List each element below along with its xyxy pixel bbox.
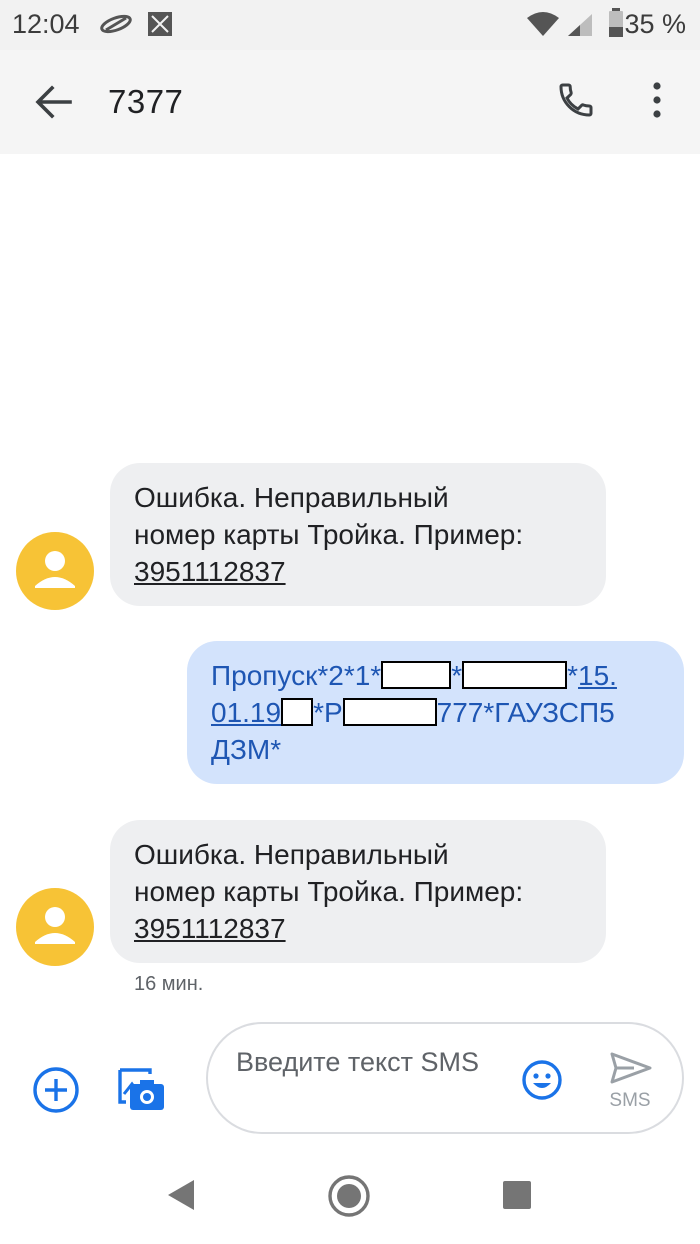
redaction-box — [342, 698, 437, 726]
message-input[interactable]: Введите текст SMS SMS — [206, 1022, 684, 1134]
redaction-box — [281, 698, 314, 726]
message-date-link[interactable]: 15. — [578, 660, 617, 691]
notification-icon — [98, 12, 134, 41]
back-button[interactable] — [34, 84, 74, 120]
message-text-line: 01.19 *Р 777*ГАУЗСП5 — [211, 697, 615, 728]
message-phone-link[interactable]: 3951112837 — [134, 910, 582, 947]
message-text-line: номер карты Тройка. Пример: — [134, 876, 524, 907]
contact-avatar[interactable] — [16, 888, 94, 966]
message-input-placeholder: Введите текст SMS — [236, 1047, 479, 1077]
message-date-link[interactable]: 01.19 — [211, 697, 281, 728]
send-label: SMS — [609, 1090, 651, 1111]
message-text-line: номер карты Тройка. Пример: — [134, 519, 524, 550]
arrow-left-icon — [35, 85, 72, 119]
compose-bar: Введите текст SMS SMS — [0, 1010, 700, 1150]
more-vert-icon — [653, 82, 661, 118]
send-icon — [610, 1052, 652, 1084]
screenshot-icon — [146, 10, 174, 43]
add-circle-icon — [33, 1067, 79, 1113]
phone-icon — [559, 83, 593, 117]
incoming-message-bubble[interactable]: Ошибка. Неправильный номер карты Тройка.… — [110, 820, 606, 963]
conversation-title: 7377 — [108, 83, 184, 120]
emoji-icon — [522, 1060, 562, 1100]
message-list[interactable]: Ошибка. Неправильный номер карты Тройка.… — [0, 154, 700, 1010]
message-text-line: ДЗМ* — [211, 734, 282, 765]
gallery-camera-icon — [118, 1068, 164, 1110]
app-bar: 7377 — [0, 50, 700, 154]
message-phone-link[interactable]: 3951112837 — [134, 553, 582, 590]
wifi-icon — [526, 12, 560, 43]
message-timestamp: 16 мин. — [134, 973, 204, 995]
system-navigation-bar — [0, 1150, 700, 1244]
person-icon — [35, 907, 75, 944]
home-circle-icon — [328, 1175, 370, 1217]
signal-icon — [566, 12, 594, 43]
more-options-button[interactable] — [646, 80, 668, 120]
call-button[interactable] — [556, 80, 596, 120]
outgoing-message-bubble[interactable]: Пропуск*2*1* * *15. 01.19 *Р 777*ГАУЗСП5 ДЗМ… — [187, 641, 684, 784]
person-icon — [35, 551, 75, 588]
nav-recents-button[interactable] — [502, 1180, 532, 1215]
square-recents-icon — [503, 1181, 531, 1209]
send-button[interactable]: SMS — [600, 1048, 660, 1118]
redaction-box — [381, 661, 452, 689]
status-bar: 12:04 35 % — [0, 0, 700, 50]
message-text-line: Пропуск*2*1* * *15. — [211, 660, 617, 691]
gallery-camera-button[interactable] — [116, 1064, 168, 1116]
message-text-line: Ошибка. Неправильный — [134, 482, 449, 513]
incoming-message-bubble[interactable]: Ошибка. Неправильный номер карты Тройка.… — [110, 463, 606, 606]
nav-back-button[interactable] — [166, 1178, 196, 1217]
triangle-back-icon — [168, 1180, 194, 1210]
battery-icon — [608, 8, 624, 43]
contact-avatar[interactable] — [16, 532, 94, 610]
emoji-button[interactable] — [522, 1060, 562, 1100]
nav-home-button[interactable] — [327, 1174, 371, 1223]
add-attachment-button[interactable] — [32, 1066, 80, 1114]
status-time: 12:04 — [12, 9, 80, 39]
redaction-box — [462, 661, 568, 689]
message-text-line: Ошибка. Неправильный — [134, 839, 449, 870]
battery-percentage: 35 % — [624, 9, 686, 39]
